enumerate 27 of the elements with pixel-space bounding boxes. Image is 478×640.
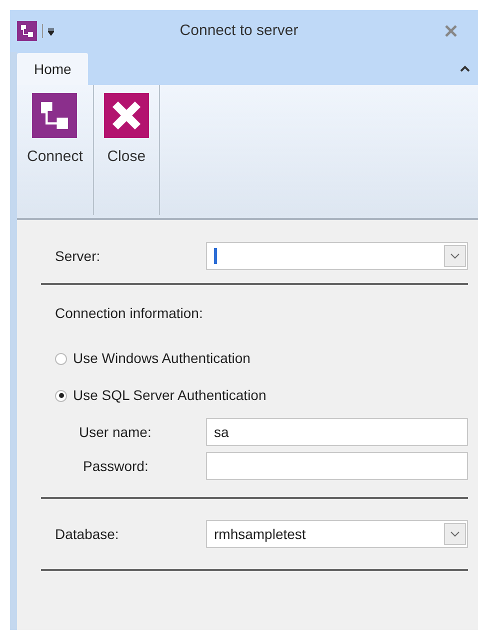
dropdown-button[interactable] [444, 523, 466, 545]
window-title: Connect to server [178, 20, 300, 41]
collapse-icon[interactable] [460, 65, 470, 73]
connect-icon [32, 93, 78, 138]
username-field[interactable]: sa [206, 418, 468, 446]
radio-label[interactable]: Use Windows Authentication [73, 348, 250, 369]
field-label: Password: [82, 456, 148, 476]
quick-access-icon[interactable] [48, 26, 54, 36]
close-icon [104, 93, 149, 138]
section-heading: Connection information: [55, 304, 204, 323]
database-dropdown[interactable]: rmhsampletest [206, 520, 468, 548]
field-label: User name: [78, 422, 152, 442]
text-cursor [214, 248, 217, 264]
dropdown-button[interactable] [444, 245, 466, 267]
ribbon-tab[interactable]: Home [17, 53, 88, 85]
radio-button[interactable] [55, 352, 67, 364]
password-field[interactable] [206, 452, 468, 480]
radio-label[interactable]: Use SQL Server Authentication [73, 385, 266, 406]
close-icon[interactable] [444, 25, 458, 37]
ribbon-button[interactable]: Connect [27, 93, 83, 168]
field-label: Server: [55, 246, 100, 266]
chevron-down-icon [450, 531, 460, 537]
field-label: Database: [55, 524, 119, 544]
app-icon [17, 21, 37, 41]
radio-button[interactable] [55, 390, 67, 402]
ribbon-button[interactable]: Close [104, 93, 149, 168]
chevron-down-icon [450, 253, 460, 259]
